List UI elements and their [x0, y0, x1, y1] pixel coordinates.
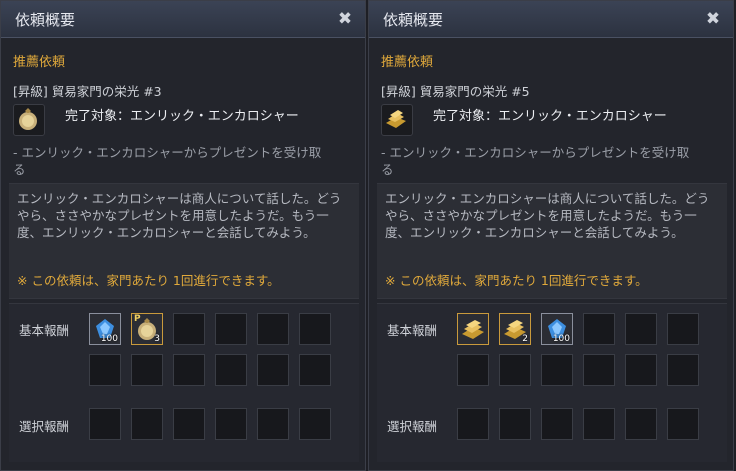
description-text: エンリック・エンカロシャーは商人について話した。どうやら、ささやかなプレゼントを… [17, 191, 342, 240]
description-text: エンリック・エンカロシャーは商人について話した。どうやら、ささやかなプレゼントを… [385, 191, 710, 240]
empty-reward-slot [89, 354, 121, 386]
empty-reward-slot [131, 354, 163, 386]
coin-pouch-icon [13, 104, 45, 136]
empty-reward-slot [173, 313, 205, 345]
reward-slot[interactable]: 2 [499, 313, 531, 345]
objective-text: - エンリック・エンカロシャーからプレゼントを受け取る [13, 145, 322, 177]
select-reward-slot[interactable] [499, 408, 531, 440]
close-icon[interactable]: ✖ [703, 9, 723, 29]
gold-bars-icon [462, 320, 484, 339]
empty-reward-slot [625, 354, 657, 386]
objective-text: - エンリック・エンカロシャーからプレゼントを受け取る [381, 145, 690, 177]
reward-qty: 100 [552, 334, 570, 344]
reward-badge: P [134, 314, 141, 324]
empty-reward-slot [625, 313, 657, 345]
panel-title: 依頼概要 [383, 11, 444, 29]
reward-slot[interactable]: 100 [89, 313, 121, 345]
empty-reward-slot [667, 354, 699, 386]
select-reward-slot[interactable] [299, 408, 331, 440]
select-reward-slot[interactable] [89, 408, 121, 440]
reward-slot[interactable] [457, 313, 489, 345]
empty-reward-slot [257, 354, 289, 386]
empty-reward-slot [173, 354, 205, 386]
empty-reward-slot [499, 354, 531, 386]
reward-qty: 2 [522, 334, 528, 344]
reward-section: 基本報酬 2 100 選択報酬 [377, 303, 727, 462]
quest-name: [昇級] 貿易家門の栄光 #3 [13, 84, 162, 99]
empty-reward-slot [215, 354, 247, 386]
repeat-note: ※ この依頼は、家門あたり 1回進行できます。 [17, 273, 280, 288]
empty-reward-slot [541, 354, 573, 386]
select-reward-slot[interactable] [541, 408, 573, 440]
empty-reward-slot [215, 313, 247, 345]
repeat-note: ※ この依頼は、家門あたり 1回進行できます。 [385, 273, 648, 288]
section-label: 推薦依頼 [381, 55, 434, 70]
basic-reward-label: 基本報酬 [19, 323, 70, 338]
panel-title: 依頼概要 [15, 11, 76, 29]
select-reward-slot[interactable] [131, 408, 163, 440]
select-reward-slot[interactable] [457, 408, 489, 440]
reward-section: 基本報酬 100 P 3 選択報酬 [9, 303, 359, 462]
quest-summary-panel-left: 依頼概要 ✖ 推薦依頼 [昇級] 貿易家門の栄光 #3 完了対象：エンリック・エ… [0, 0, 366, 471]
empty-reward-slot [583, 313, 615, 345]
gold-bars-icon [381, 104, 413, 136]
reward-qty: 3 [154, 334, 160, 344]
select-reward-slot[interactable] [173, 408, 205, 440]
panel-titlebar[interactable]: 依頼概要 ✖ [1, 1, 365, 38]
reward-qty: 100 [100, 334, 118, 344]
quest-summary-panel-right: 依頼概要 ✖ 推薦依頼 [昇級] 貿易家門の栄光 #5 完了対象：エンリック・エ… [368, 0, 734, 471]
description-box: エンリック・エンカロシャーは商人について話した。どうやら、ささやかなプレゼントを… [9, 183, 359, 299]
empty-reward-slot [299, 313, 331, 345]
select-reward-slot[interactable] [667, 408, 699, 440]
basic-reward-label: 基本報酬 [387, 323, 438, 338]
empty-reward-slot [583, 354, 615, 386]
reward-slot[interactable]: P 3 [131, 313, 163, 345]
reward-slot[interactable]: 100 [541, 313, 573, 345]
select-reward-label: 選択報酬 [19, 419, 70, 434]
completion-target: 完了対象：エンリック・エンカロシャー [433, 109, 667, 124]
close-icon[interactable]: ✖ [335, 9, 355, 29]
panel-titlebar[interactable]: 依頼概要 ✖ [369, 1, 733, 38]
completion-target: 完了対象：エンリック・エンカロシャー [65, 109, 299, 124]
select-reward-slot[interactable] [583, 408, 615, 440]
description-box: エンリック・エンカロシャーは商人について話した。どうやら、ささやかなプレゼントを… [377, 183, 727, 299]
empty-reward-slot [667, 313, 699, 345]
section-label: 推薦依頼 [13, 55, 66, 70]
empty-reward-slot [257, 313, 289, 345]
quest-name: [昇級] 貿易家門の栄光 #5 [381, 84, 530, 99]
empty-reward-slot [299, 354, 331, 386]
select-reward-slot[interactable] [215, 408, 247, 440]
select-reward-slot[interactable] [257, 408, 289, 440]
select-reward-slot[interactable] [625, 408, 657, 440]
empty-reward-slot [457, 354, 489, 386]
select-reward-label: 選択報酬 [387, 419, 438, 434]
